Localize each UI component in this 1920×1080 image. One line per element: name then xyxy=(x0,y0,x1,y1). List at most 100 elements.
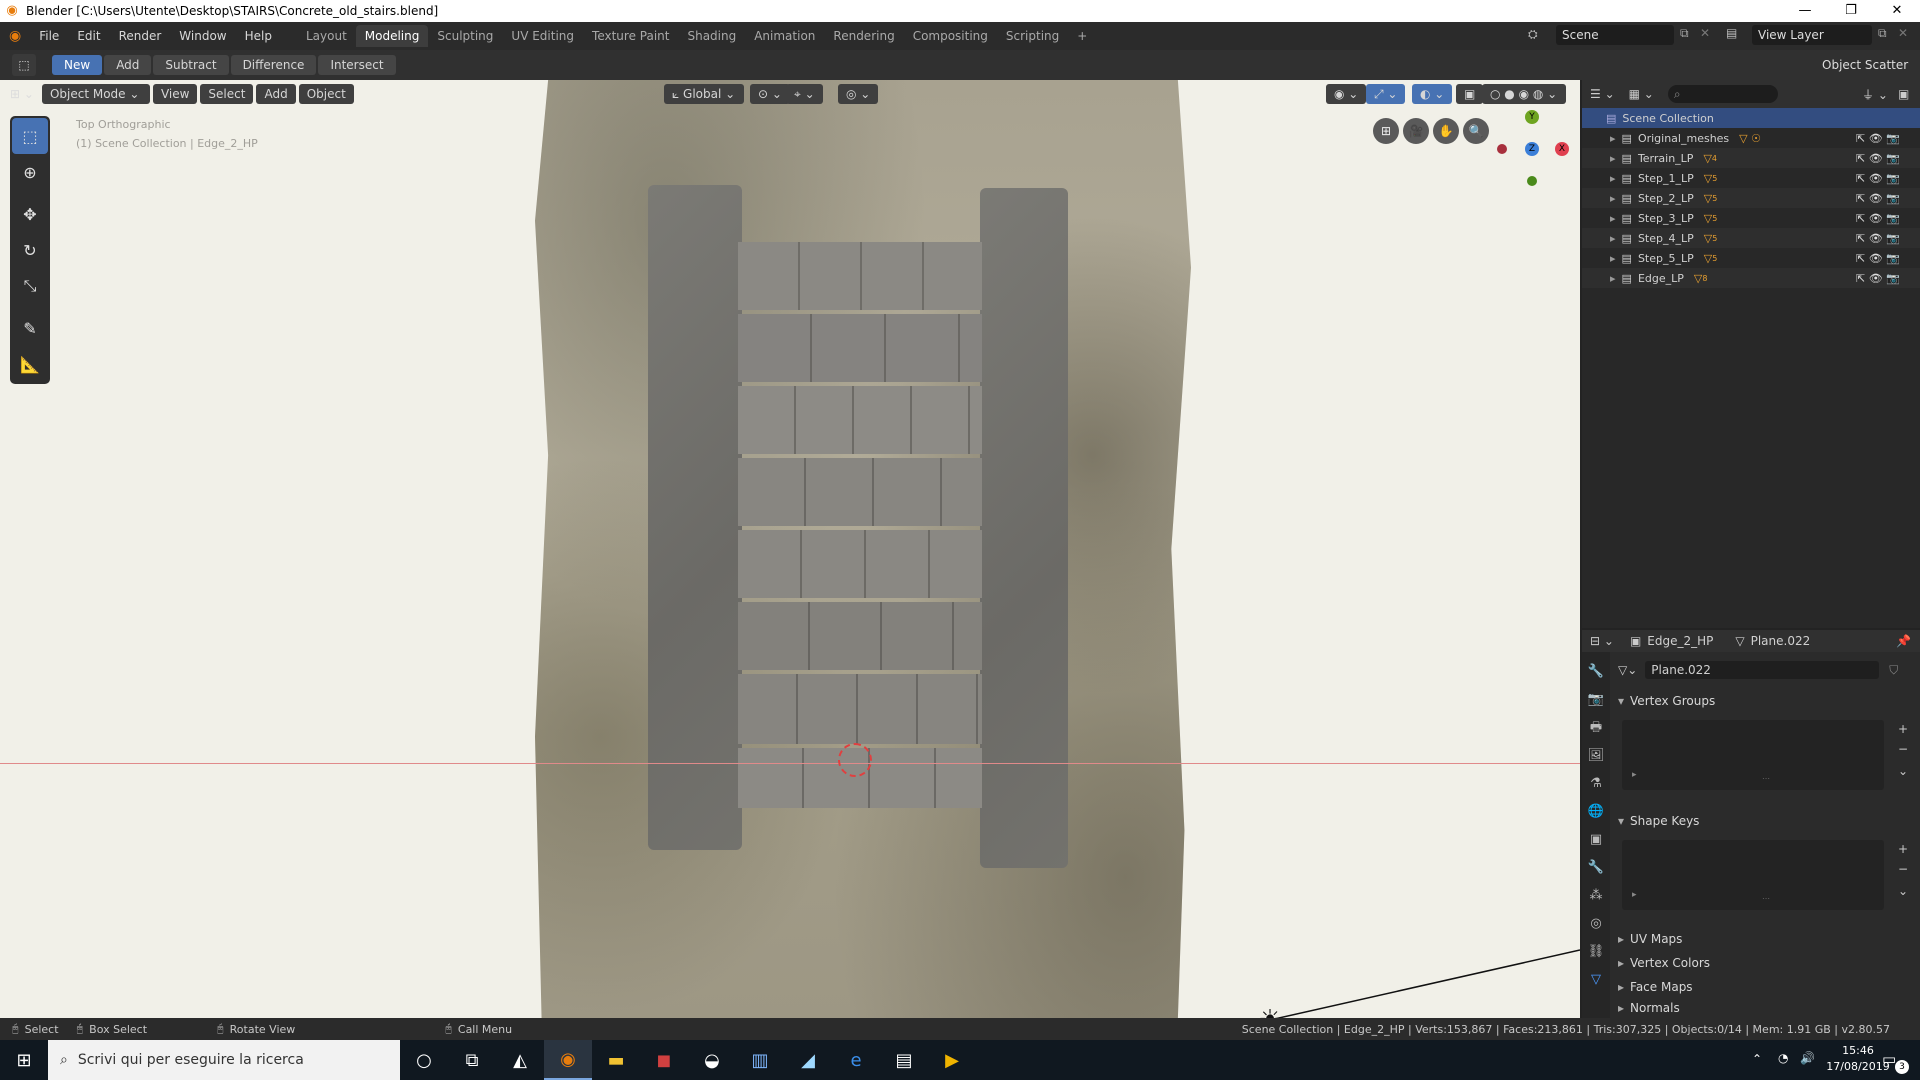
expand-arrow-icon[interactable]: ▸ xyxy=(1610,192,1616,205)
list-resize-handle[interactable]: ⋯ xyxy=(1762,894,1770,903)
outliner-row-terrain-lp[interactable]: ▸ ▤ Terrain_LP ▽ 4 ⇱ 👁 📷 xyxy=(1582,148,1920,168)
transform-orientation-dropdown[interactable]: ⟀ Global ⌄ xyxy=(664,84,744,104)
collapse-arrow-icon[interactable]: ▾ xyxy=(1618,694,1624,708)
pan-view-icon[interactable]: ✋ xyxy=(1433,118,1459,144)
tray-chevron-icon[interactable]: ⌃ xyxy=(1752,1052,1762,1066)
mode-difference-button[interactable]: Difference xyxy=(230,55,317,75)
tab-shading[interactable]: Shading xyxy=(678,25,745,47)
display-mode-icon[interactable]: ▦ ⌄ xyxy=(1629,87,1654,101)
taskbar-search-box[interactable]: ⌕ Scrivi qui per eseguire la ricerca xyxy=(48,1040,400,1080)
expand-arrow-icon[interactable]: ▸ xyxy=(1610,232,1616,245)
row-visibility-icons[interactable]: ⇱ 👁 📷 xyxy=(1856,252,1900,265)
outliner-row-step-1-lp[interactable]: ▸ ▤ Step_1_LP ▽ 5 ⇱ 👁 📷 xyxy=(1582,168,1920,188)
constraints-tab-icon[interactable]: ⛓ xyxy=(1588,938,1605,966)
delete-scene-icon[interactable]: ✕ xyxy=(1700,26,1710,40)
collapse-arrow-icon[interactable]: ▾ xyxy=(1618,814,1624,828)
select-tool-icon[interactable]: ⬚ xyxy=(12,118,48,154)
filter-icon[interactable]: ⏚ ⌄ xyxy=(1862,86,1888,103)
properties-editor-type-icon[interactable]: ⊟ ⌄ xyxy=(1590,634,1614,648)
vertex-groups-list[interactable]: ▸ ⋯ xyxy=(1622,720,1884,790)
maximize-button[interactable]: ❐ xyxy=(1828,0,1874,22)
camera-view-icon[interactable]: 🎥 xyxy=(1403,118,1429,144)
outliner-row-step-2-lp[interactable]: ▸ ▤ Step_2_LP ▽ 5 ⇱ 👁 📷 xyxy=(1582,188,1920,208)
app-notes-icon[interactable]: ◢ xyxy=(784,1040,832,1080)
windows-start-icon[interactable]: ⊞ xyxy=(0,1040,48,1080)
expand-arrow-icon[interactable]: ▸ xyxy=(1618,1001,1624,1015)
tab-animation[interactable]: Animation xyxy=(745,25,824,47)
expand-arrow-icon[interactable]: ▸ xyxy=(1610,172,1616,185)
mode-intersect-button[interactable]: Intersect xyxy=(318,55,396,75)
mode-subtract-button[interactable]: Subtract xyxy=(153,55,229,75)
outliner-editor-type-icon[interactable]: ☰ ⌄ xyxy=(1590,87,1615,101)
modifier-tab-icon[interactable]: 🔧 xyxy=(1588,854,1604,882)
view-layer-selector[interactable]: View Layer xyxy=(1752,25,1872,45)
tab-sculpting[interactable]: Sculpting xyxy=(428,25,502,47)
view-layer-icon[interactable]: ▤ xyxy=(1726,26,1737,40)
row-visibility-icons[interactable]: ⇱ 👁 📷 xyxy=(1856,232,1900,245)
pin-icon[interactable]: 📌 xyxy=(1896,634,1911,648)
scene-tab-icon[interactable]: ⚗ xyxy=(1590,770,1602,798)
mesh-name-field[interactable]: Plane.022 xyxy=(1645,661,1880,679)
navigation-gizmo[interactable]: Y Z X xyxy=(1485,110,1575,200)
object-tab-icon[interactable]: ▣ xyxy=(1590,826,1602,854)
object-scatter-dropdown[interactable]: Object Scatter ⌄ xyxy=(1814,55,1920,92)
tab-compositing[interactable]: Compositing xyxy=(904,25,997,47)
select-box-tool-icon[interactable]: ⬚ xyxy=(12,54,36,76)
3d-viewport[interactable]: ☀ ⊞ ⌄ Object Mode ⌄ View Select Add Obje… xyxy=(0,80,1580,1018)
section-shape-keys[interactable]: ▾ Shape Keys xyxy=(1618,810,1918,832)
viewport-menu-add[interactable]: Add xyxy=(256,84,296,104)
mesh-data-tab-icon[interactable]: ▽ xyxy=(1591,966,1601,994)
gizmo-neg-y-axis[interactable] xyxy=(1527,176,1537,186)
view-layer-tab-icon[interactable]: 🖼 xyxy=(1588,742,1605,770)
row-visibility-icons[interactable]: ⇱ 👁 📷 xyxy=(1856,212,1900,225)
list-expand-icon[interactable]: ▸ xyxy=(1632,770,1637,780)
task-view-icon[interactable]: ⧉ xyxy=(448,1040,496,1080)
vertex-group-specials-icon[interactable]: ⌄ xyxy=(1898,764,1908,778)
visibility-icon[interactable]: ◉ ⌄ xyxy=(1326,84,1367,104)
app-chart-icon[interactable]: ▥ xyxy=(736,1040,784,1080)
viewport-menu-view[interactable]: View xyxy=(152,84,198,104)
menu-render[interactable]: Render xyxy=(110,29,171,43)
mode-new-button[interactable]: New xyxy=(52,55,103,75)
expand-arrow-icon[interactable]: ▸ xyxy=(1610,252,1616,265)
viewport-menu-select[interactable]: Select xyxy=(200,84,254,104)
edge-browser-icon[interactable]: e xyxy=(832,1040,880,1080)
add-workspace-button[interactable]: + xyxy=(1068,25,1096,47)
add-vertex-group-icon[interactable]: + xyxy=(1898,722,1908,736)
particles-tab-icon[interactable]: ⁂ xyxy=(1590,882,1603,910)
expand-arrow-icon[interactable]: ▸ xyxy=(1618,956,1624,970)
tool-tab-icon[interactable]: 🔧 xyxy=(1588,658,1604,686)
blender-menu-icon[interactable]: ◉ xyxy=(0,28,30,44)
gizmo-x-axis[interactable]: X xyxy=(1555,142,1569,156)
xray-toggle-icon[interactable]: ▣ xyxy=(1456,84,1484,104)
outliner-row-edge-lp[interactable]: ▸ ▤ Edge_LP ▽ 8 ⇱ 👁 📷 xyxy=(1582,268,1920,288)
section-uv-maps[interactable]: ▸ UV Maps xyxy=(1618,928,1918,950)
expand-arrow-icon[interactable]: ▸ xyxy=(1610,212,1616,225)
outliner-root-row[interactable]: ▤ Scene Collection xyxy=(1582,108,1920,128)
3d-cursor-icon[interactable] xyxy=(838,743,872,777)
section-vertex-groups[interactable]: ▾ Vertex Groups xyxy=(1618,690,1918,712)
rotate-tool-icon[interactable]: ↻ xyxy=(12,232,48,268)
row-visibility-icons[interactable]: ⇱ 👁 📷 xyxy=(1856,272,1900,285)
volume-icon[interactable]: 🔊 xyxy=(1800,1051,1815,1065)
mode-add-button[interactable]: Add xyxy=(104,55,152,75)
scene-selector[interactable]: Scene xyxy=(1556,25,1674,45)
app-red-icon[interactable]: ◼ xyxy=(640,1040,688,1080)
delete-view-layer-icon[interactable]: ✕ xyxy=(1898,26,1908,40)
tab-uv-editing[interactable]: UV Editing xyxy=(502,25,583,47)
expand-arrow-icon[interactable]: ▸ xyxy=(1610,272,1616,285)
remove-shape-key-icon[interactable]: − xyxy=(1898,862,1908,876)
measure-tool-icon[interactable]: 📐 xyxy=(12,346,48,382)
gizmo-neg-x-axis[interactable] xyxy=(1497,144,1507,154)
new-scene-icon[interactable]: ⧉ xyxy=(1680,26,1689,41)
editor-type-icon[interactable]: ⊞ ⌄ xyxy=(10,87,34,101)
tab-scripting[interactable]: Scripting xyxy=(997,25,1068,47)
minimize-button[interactable]: — xyxy=(1782,0,1828,22)
render-tab-icon[interactable]: 📷 xyxy=(1588,686,1604,714)
file-explorer-icon[interactable]: ▬ xyxy=(592,1040,640,1080)
cursor-tool-icon[interactable]: ⊕ xyxy=(12,154,48,190)
new-collection-icon[interactable]: ▣ xyxy=(1898,87,1909,101)
list-resize-handle[interactable]: ⋯ xyxy=(1762,774,1770,783)
gizmo-z-axis[interactable]: Z xyxy=(1525,142,1539,156)
row-visibility-icons[interactable]: ⇱ 👁 📷 xyxy=(1856,172,1900,185)
